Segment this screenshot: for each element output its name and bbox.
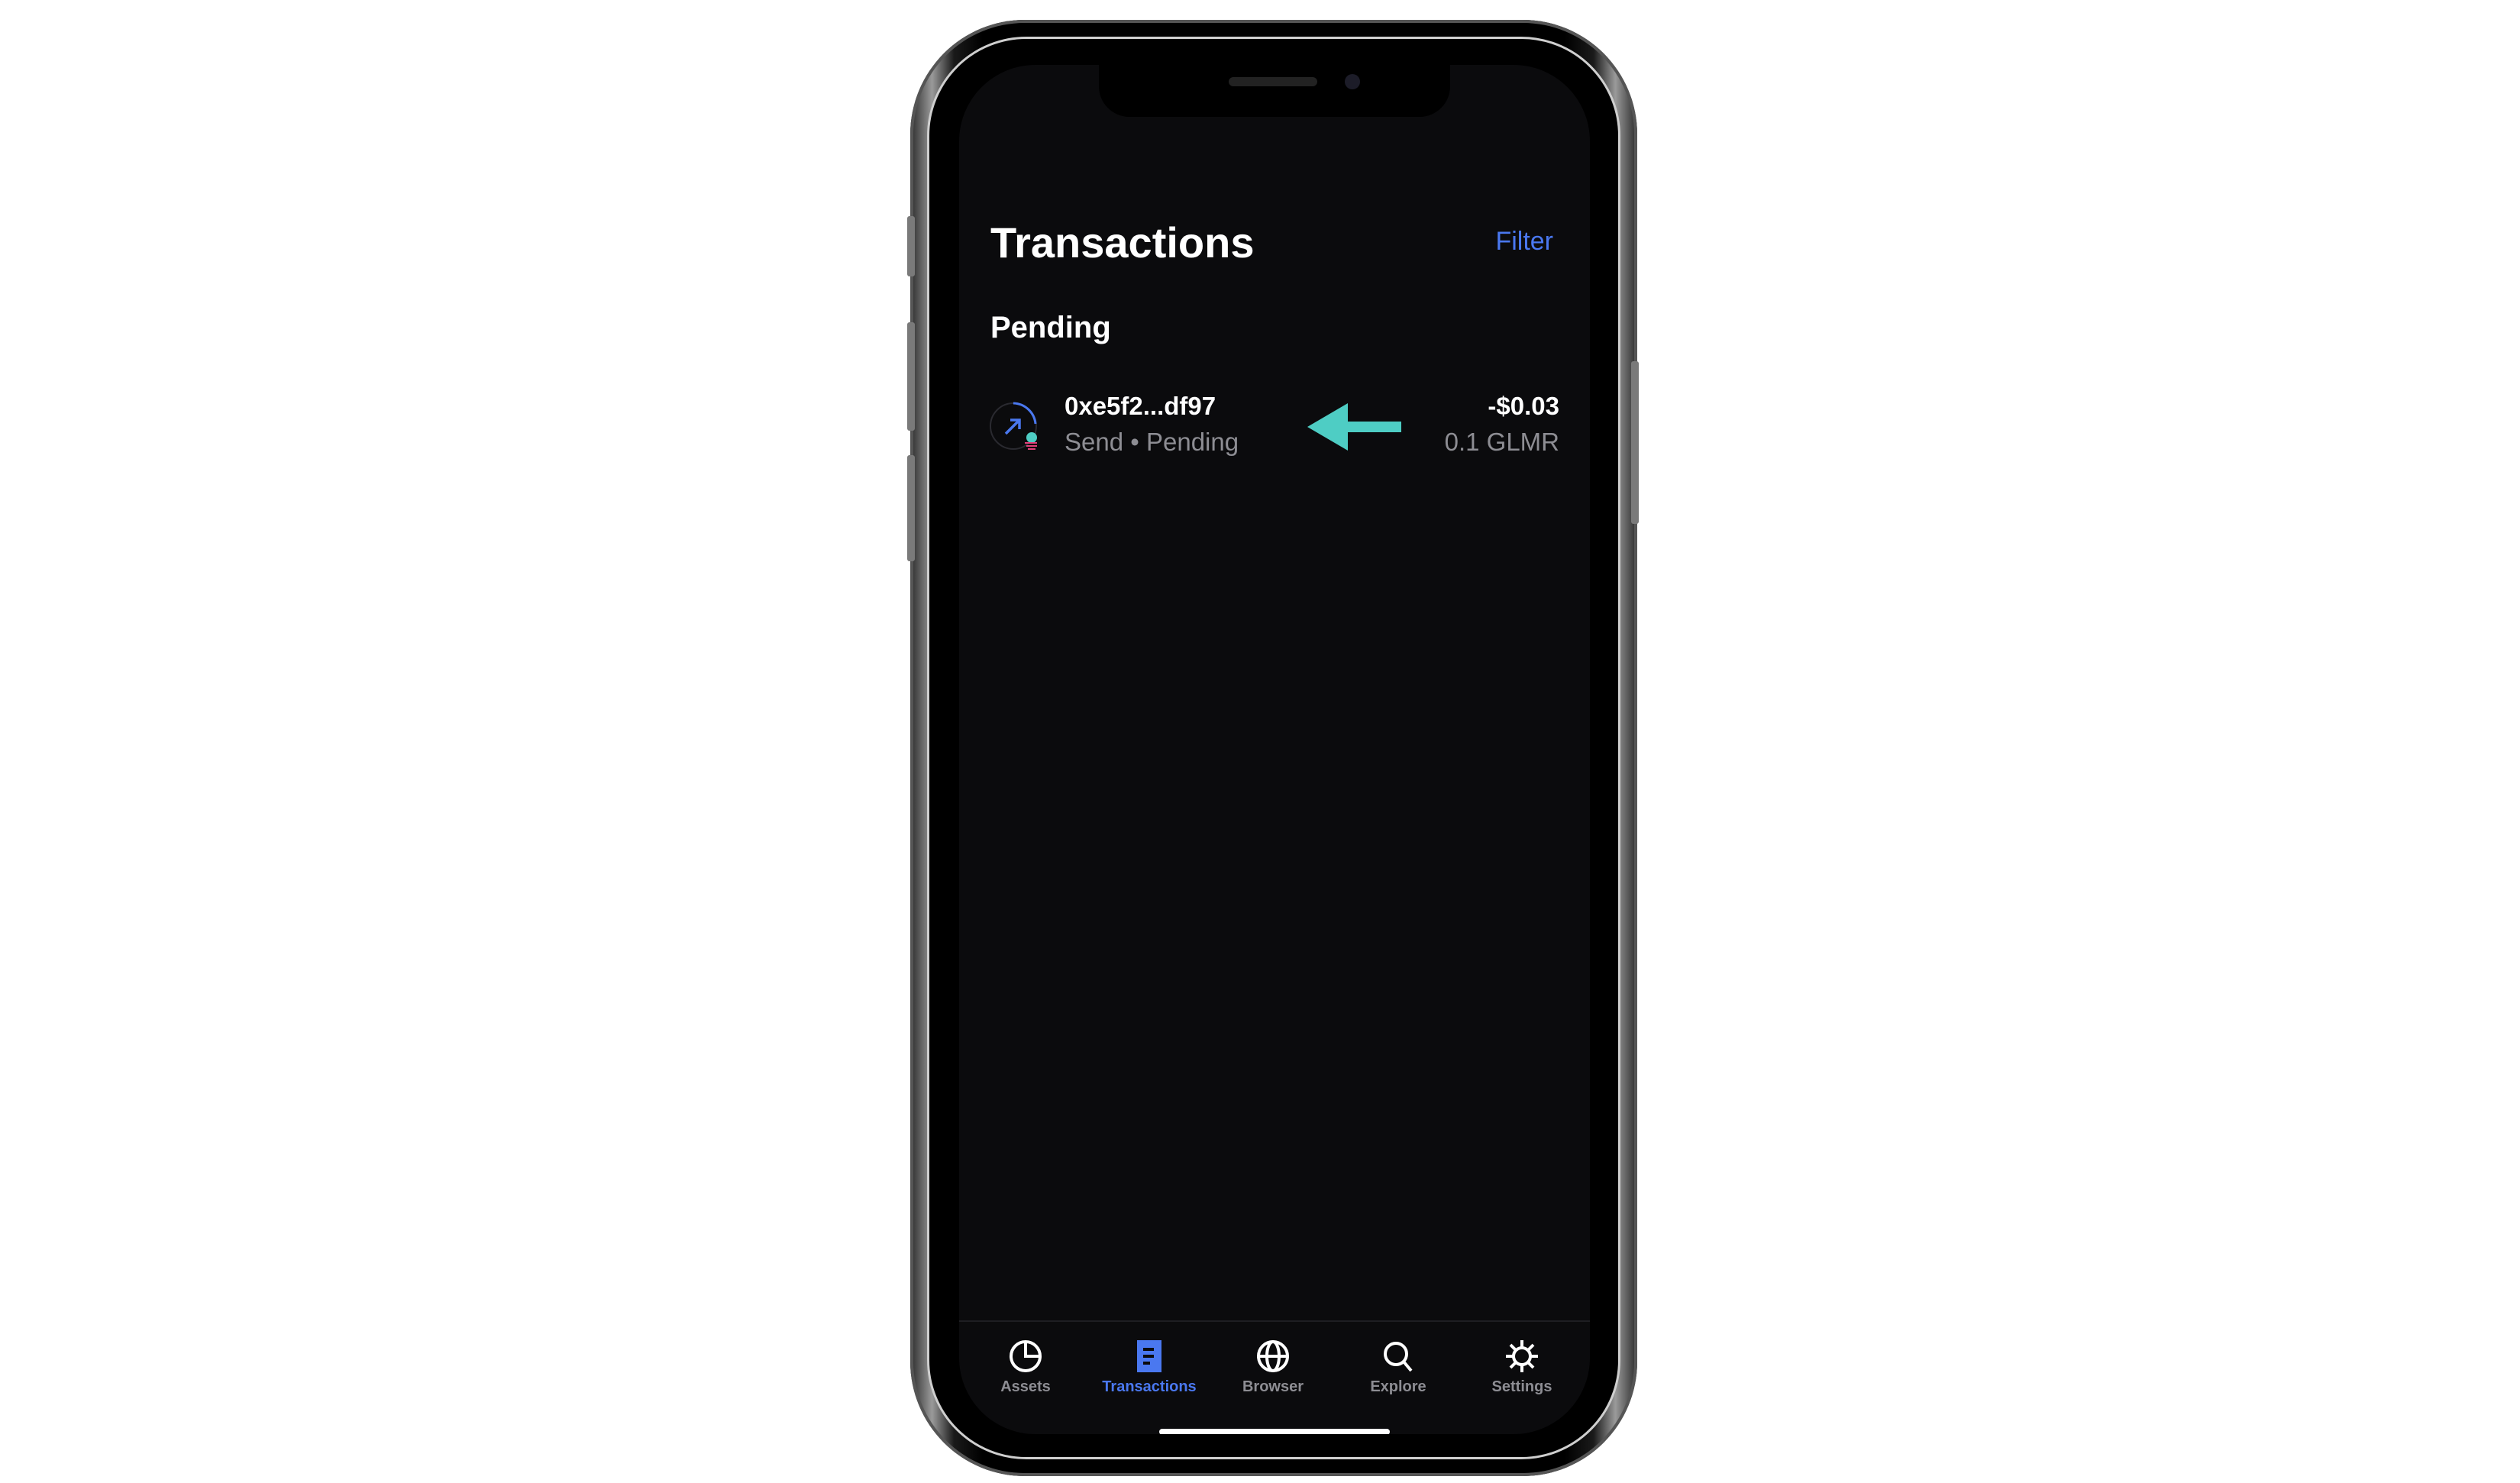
notch xyxy=(1099,65,1450,117)
transaction-type: Send xyxy=(1065,428,1124,456)
tab-label: Assets xyxy=(1000,1378,1051,1395)
search-icon xyxy=(1384,1342,1413,1372)
tab-label: Transactions xyxy=(1102,1378,1197,1395)
mute-switch xyxy=(907,216,915,276)
tab-label: Explore xyxy=(1370,1378,1426,1395)
power-button xyxy=(1631,361,1639,524)
page-title: Transactions xyxy=(990,218,1255,267)
transaction-status: Pending xyxy=(1145,428,1239,456)
transaction-token-amount: 0.1 GLMR xyxy=(1444,428,1559,456)
home-indicator[interactable] xyxy=(1159,1429,1390,1434)
document-list-icon xyxy=(1137,1340,1161,1372)
transaction-fiat-amount: -$0.03 xyxy=(1488,392,1559,420)
tab-bar-divider xyxy=(959,1320,1590,1322)
section-pending-title: Pending xyxy=(990,311,1111,344)
globe-icon xyxy=(1257,1340,1289,1372)
app-screen: Transactions Filter Pending 0xe5f2...df9… xyxy=(959,65,1590,1434)
transaction-subtitle: Send • Pending xyxy=(1065,428,1239,457)
tab-settings[interactable]: Settings xyxy=(1461,1325,1583,1396)
tab-label: Settings xyxy=(1491,1378,1552,1395)
tab-browser[interactable]: Browser xyxy=(1212,1325,1334,1396)
pie-chart-icon xyxy=(1010,1340,1042,1372)
transaction-address: 0xe5f2...df97 xyxy=(1065,392,1216,420)
volume-down-button xyxy=(907,455,915,561)
separator: • xyxy=(1130,428,1139,456)
volume-up-button xyxy=(907,322,915,431)
tab-assets[interactable]: Assets xyxy=(964,1325,1087,1396)
tab-transactions[interactable]: Transactions xyxy=(1088,1325,1210,1396)
tab-explore[interactable]: Explore xyxy=(1337,1325,1459,1396)
filter-button[interactable]: Filter xyxy=(1495,227,1553,257)
gear-icon xyxy=(1506,1340,1538,1372)
annotation-arrow-icon xyxy=(1307,403,1401,451)
send-arrow-icon xyxy=(990,402,1037,450)
tab-label: Browser xyxy=(1242,1378,1304,1395)
